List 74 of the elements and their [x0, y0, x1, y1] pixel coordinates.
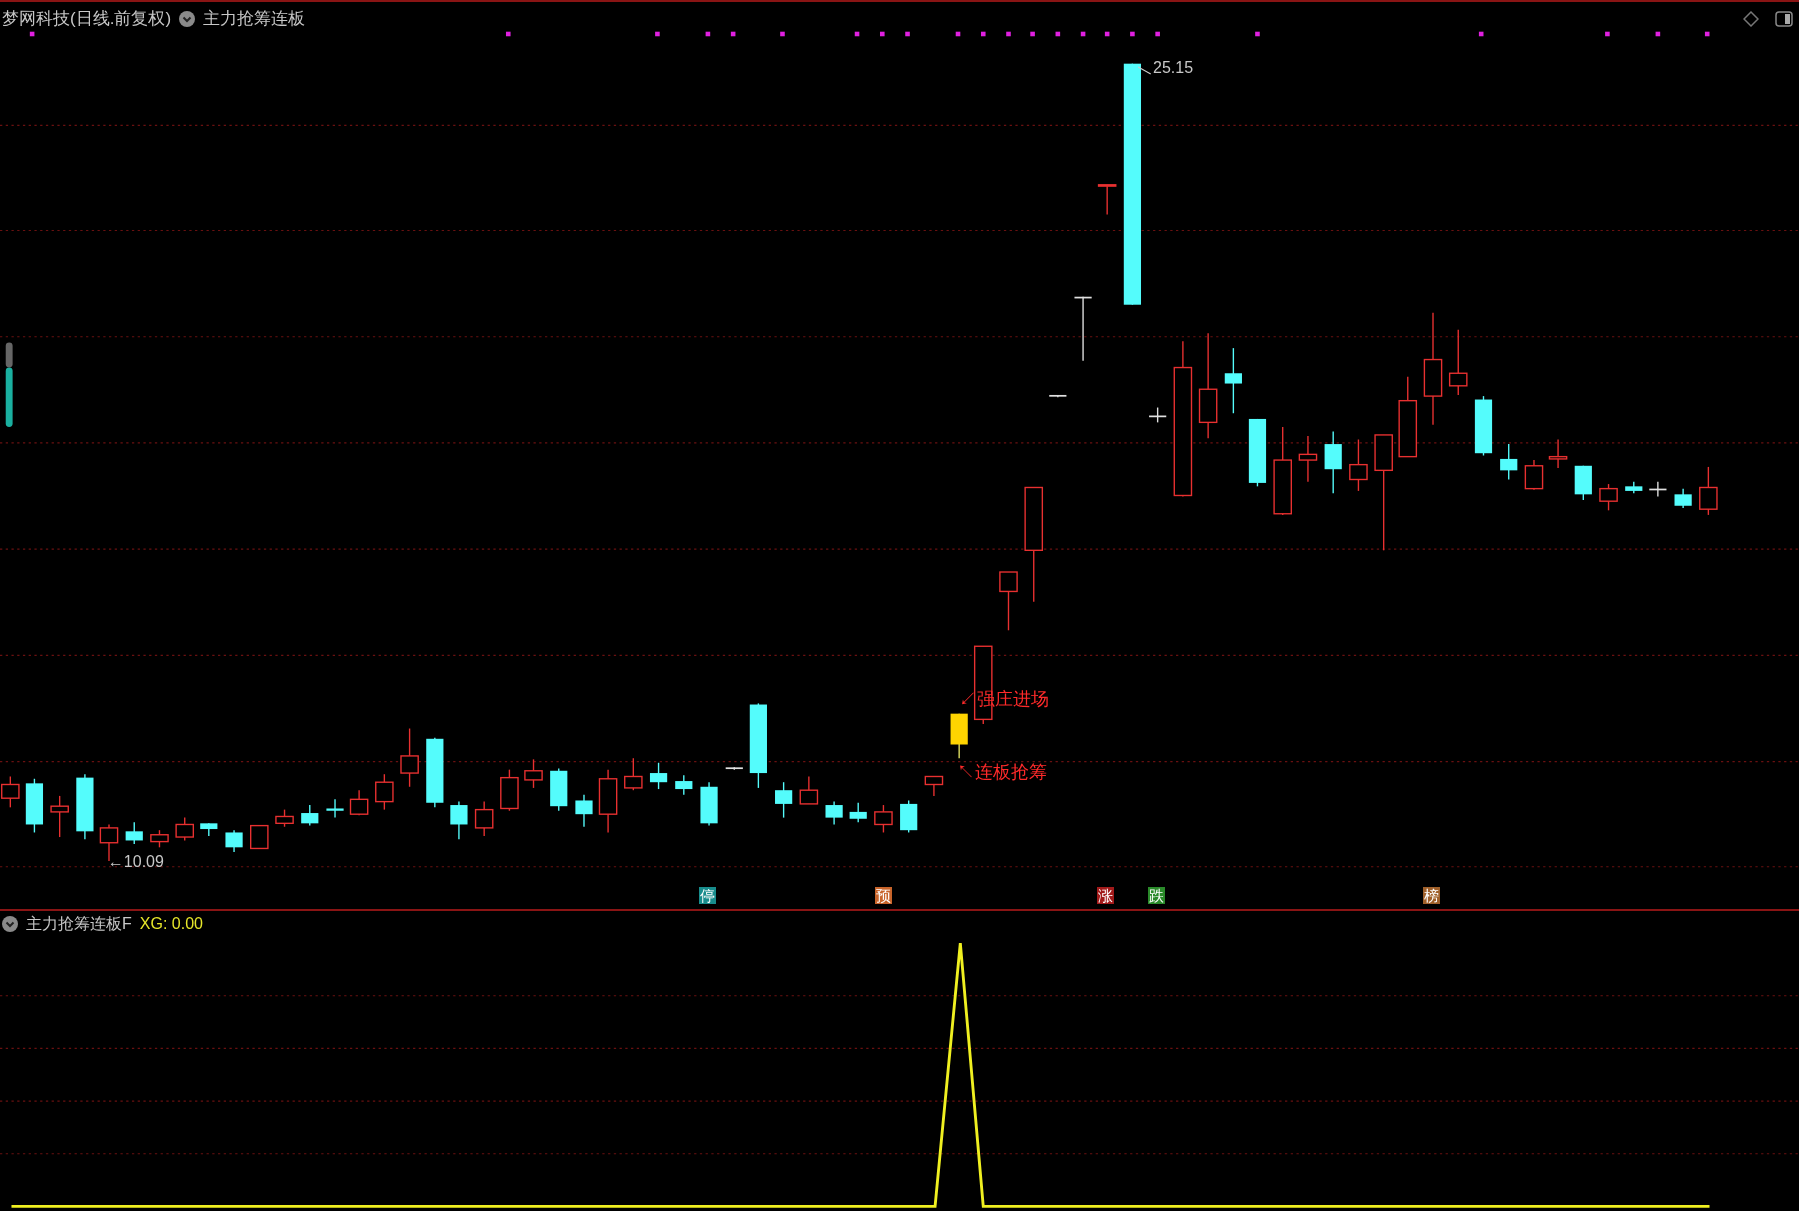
- candlestick: [624, 757, 643, 791]
- candlestick: [1049, 394, 1067, 398]
- chevron-down-icon[interactable]: [2, 916, 18, 932]
- candlestick: [999, 571, 1018, 631]
- candlestick: [1574, 465, 1592, 501]
- event-badge[interactable]: 涨: [1096, 887, 1114, 905]
- candlestick: [1548, 438, 1568, 469]
- candlestick: [775, 781, 793, 819]
- candlestick: [1625, 481, 1643, 494]
- candlestick: [1699, 466, 1718, 516]
- candlestick: [874, 804, 893, 834]
- candlestick: [649, 762, 668, 790]
- indicator-reading: XG: 0.00: [139, 914, 203, 934]
- candlestick: [1674, 487, 1692, 509]
- event-badge[interactable]: 跌: [1148, 887, 1166, 905]
- candlestick: [326, 798, 344, 819]
- candlestick: [1324, 430, 1342, 494]
- candlestick: [524, 758, 543, 789]
- candlestick: [125, 821, 143, 845]
- panel-toggle-icon[interactable]: [1775, 11, 1793, 27]
- event-badge[interactable]: 榜: [1422, 887, 1440, 905]
- candlestick: [575, 794, 593, 828]
- candlestick: [175, 816, 194, 842]
- candlestick: [1298, 435, 1318, 483]
- candlestick: [1500, 443, 1518, 481]
- candlestick: [1224, 347, 1242, 414]
- candlestick: [76, 773, 94, 840]
- candlestick: [25, 778, 43, 834]
- candlestick: [1149, 406, 1167, 424]
- candlestick: [598, 768, 618, 834]
- event-badge[interactable]: 停: [698, 887, 716, 905]
- candlestick: [1248, 418, 1267, 488]
- indicator-name: 主力抢筹连板: [203, 8, 306, 31]
- candlestick: [1074, 296, 1092, 362]
- candlestick: [550, 767, 568, 812]
- signal-annotation: ↖连板抢筹: [956, 762, 1047, 781]
- candlestick: [1097, 184, 1117, 216]
- candlestick: [675, 774, 693, 796]
- candlestick: [825, 800, 843, 826]
- candlestick: [225, 829, 243, 853]
- candlestick: [1448, 329, 1468, 396]
- candlestick: [1349, 438, 1368, 492]
- candlestick: [250, 824, 269, 850]
- candlestick: [400, 727, 419, 788]
- candlestick: [950, 712, 968, 759]
- candlestick: [700, 781, 718, 827]
- indicator-name: 主力抢筹连板F: [26, 914, 132, 934]
- candlestick: [799, 775, 819, 805]
- candlestick: [200, 822, 218, 837]
- chevron-down-icon[interactable]: [179, 11, 196, 27]
- stock-title: 梦网科技(日线.前复权): [2, 8, 172, 31]
- candlestick: [1649, 481, 1667, 498]
- candlestick: [725, 766, 743, 771]
- candlestick: [150, 829, 169, 848]
- candlestick: [349, 789, 369, 816]
- candlestick: [1524, 459, 1544, 491]
- candlestick: [50, 795, 69, 838]
- candlestick: [900, 799, 918, 834]
- candlestick: [275, 808, 294, 828]
- candlestick: [1474, 395, 1493, 457]
- candlestick: [849, 802, 867, 823]
- candlestick: [301, 804, 319, 827]
- leader-line: [1137, 66, 1152, 75]
- candlestick: [500, 768, 519, 812]
- event-badge[interactable]: 预: [875, 887, 893, 905]
- candlestick: [426, 736, 444, 808]
- candlestick: [375, 773, 394, 811]
- price-label: ←10.09: [107, 854, 164, 871]
- candlestick: [474, 800, 494, 837]
- candlestick: [450, 800, 468, 840]
- candlestick: [1599, 483, 1618, 511]
- price-label: 25.15: [1153, 60, 1194, 77]
- candlestick: [924, 775, 944, 797]
- diamond-icon[interactable]: [1743, 11, 1759, 27]
